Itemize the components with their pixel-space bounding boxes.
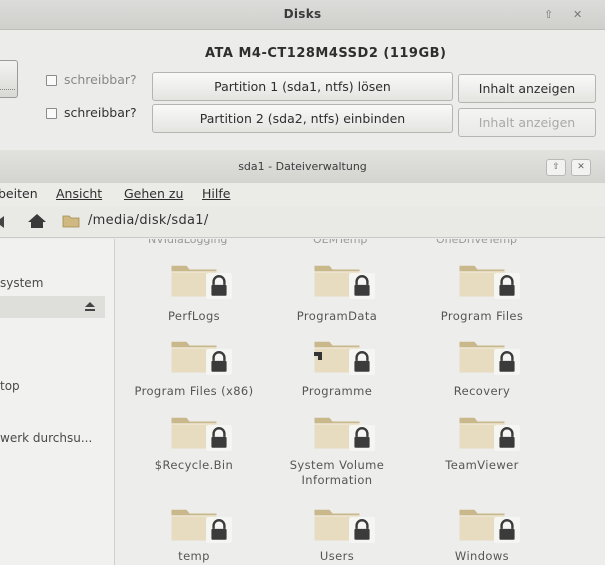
- menu-go[interactable]: Gehen zu: [124, 186, 183, 201]
- lock-icon: [349, 517, 375, 543]
- writable-checkbox-2[interactable]: [46, 108, 57, 119]
- lock-icon: [206, 273, 232, 299]
- file-item-label: System Volume Information: [289, 458, 385, 487]
- writable-checkbox-1[interactable]: [46, 75, 57, 86]
- sidebar: system top werk durchsu...: [0, 239, 115, 565]
- maximize-icon[interactable]: ⇧: [546, 159, 566, 176]
- sidebar-item-network[interactable]: werk durchsu...: [0, 431, 92, 445]
- writable-label-2: schreibbar?: [64, 105, 137, 120]
- disks-titlebar[interactable]: Disks ⇧ ✕: [0, 0, 605, 30]
- disks-window-title: Disks: [283, 7, 322, 21]
- lock-icon: [494, 425, 520, 451]
- lock-icon: [494, 273, 520, 299]
- lock-icon: [206, 517, 232, 543]
- lock-icon: [494, 349, 520, 375]
- file-item-label: ProgramData: [296, 309, 378, 323]
- file-manager-title: sda1 - Dateiverwaltung: [238, 160, 367, 173]
- file-item-label: Recovery: [453, 384, 511, 398]
- file-manager-window: sda1 - Dateiverwaltung ⇧ ✕ beiten Ansich…: [0, 150, 605, 565]
- show-content-1-button[interactable]: Inhalt anzeigen: [458, 74, 596, 103]
- file-view: NVIdiaLogging OEMTemp OneDriveTemp PerfL…: [116, 239, 605, 565]
- menu-edit[interactable]: beiten: [0, 186, 38, 201]
- writable-label-1: schreibbar?: [64, 72, 137, 87]
- file-item-label: Users: [319, 549, 355, 563]
- lock-icon: [349, 273, 375, 299]
- sidebar-item-desktop[interactable]: top: [0, 379, 20, 393]
- file-item-label: PerfLogs: [167, 309, 221, 323]
- file-item-label: temp: [178, 549, 210, 563]
- show-content-2-button[interactable]: Inhalt anzeigen: [458, 108, 596, 137]
- location-bar: /media/disk/sda1/: [0, 206, 605, 238]
- menu-go-label: Gehen zu: [124, 186, 184, 201]
- path-input[interactable]: /media/disk/sda1/: [88, 213, 209, 228]
- eject-icon[interactable]: [84, 301, 96, 312]
- home-icon[interactable]: [27, 213, 47, 229]
- disks-window: Disks ⇧ ✕ ATA M4-CT128M4SSD2 (119GB) sch…: [0, 0, 605, 150]
- file-label-cut: NVIdiaLogging: [148, 239, 228, 246]
- close-icon[interactable]: ✕: [573, 8, 582, 21]
- lock-icon: [494, 517, 520, 543]
- hard-disk-icon: [0, 60, 18, 98]
- menu-help-label: Hilfe: [202, 186, 231, 201]
- file-manager-titlebar[interactable]: sda1 - Dateiverwaltung ⇧ ✕: [0, 150, 605, 183]
- lock-icon: [349, 349, 375, 375]
- sidebar-item-filesystem[interactable]: system: [0, 276, 43, 290]
- file-label-cut: OEMTemp: [313, 239, 368, 246]
- link-arrow-icon: [310, 352, 322, 364]
- file-item-label: TeamViewer: [445, 458, 519, 472]
- file-item-label: Programme: [301, 384, 373, 398]
- menu-help[interactable]: Hilfe: [202, 186, 230, 201]
- disk-name: ATA M4-CT128M4SSD2 (119GB): [205, 46, 447, 61]
- maximize-icon[interactable]: ⇧: [544, 8, 553, 21]
- lock-icon: [349, 425, 375, 451]
- lock-icon: [206, 349, 232, 375]
- menubar: beiten Ansicht Gehen zu Hilfe: [0, 183, 605, 205]
- file-label-cut: OneDriveTemp: [436, 239, 518, 246]
- file-item-label: $Recycle.Bin: [154, 458, 234, 472]
- back-arrow-icon[interactable]: [0, 216, 4, 228]
- unmount-partition-1-button[interactable]: Partition 1 (sda1, ntfs) lösen: [152, 72, 453, 101]
- folder-icon: [62, 215, 80, 228]
- lock-icon: [206, 425, 232, 451]
- menu-view[interactable]: Ansicht: [56, 186, 102, 201]
- file-item-label: Program Files: [440, 309, 524, 323]
- file-item-label: Program Files (x86): [134, 384, 254, 398]
- close-icon[interactable]: ✕: [571, 159, 591, 176]
- file-item-label: Windows: [454, 549, 510, 563]
- menu-view-label: Ansicht: [56, 186, 103, 201]
- mount-partition-2-button[interactable]: Partition 2 (sda2, ntfs) einbinden: [152, 104, 453, 133]
